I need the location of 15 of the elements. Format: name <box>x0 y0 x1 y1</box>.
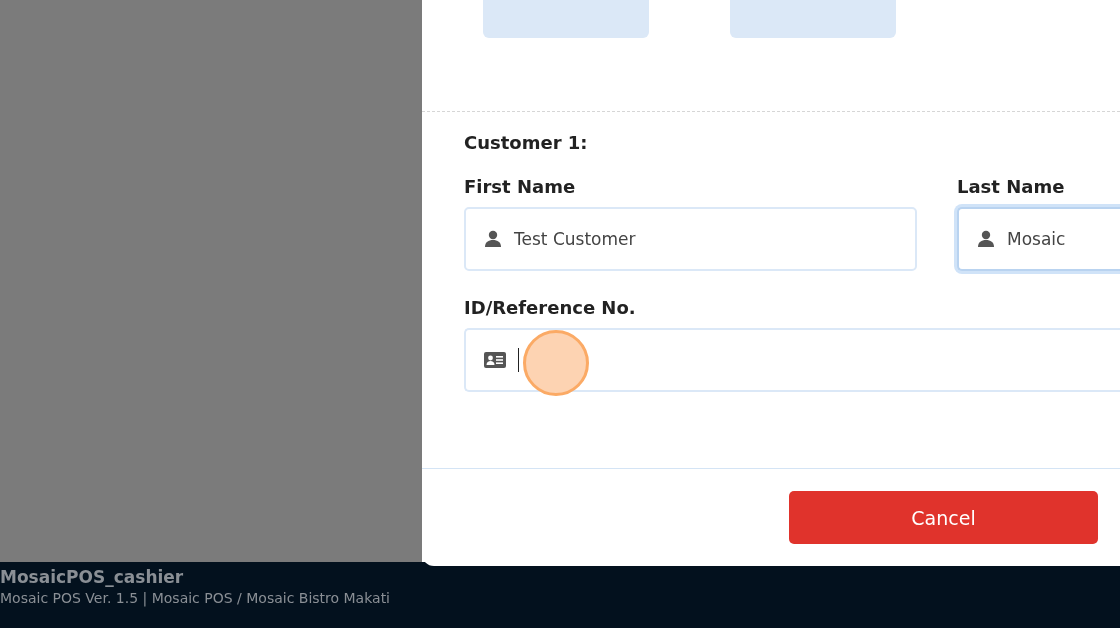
option-tile[interactable] <box>483 0 649 38</box>
text-field[interactable] <box>464 328 1120 392</box>
text-field[interactable]: Mosaic <box>957 207 1120 271</box>
user-name: MosaicPOS_cashier <box>0 567 185 587</box>
option-tile[interactable] <box>730 0 896 38</box>
cancel-button[interactable]: Cancel <box>789 491 1098 544</box>
field-label: First Name <box>464 176 577 197</box>
field-label: ID/Reference No. <box>464 297 637 318</box>
text-field[interactable]: Test Customer <box>464 207 917 271</box>
person-icon <box>484 230 502 248</box>
person-icon <box>977 230 995 248</box>
field-label: Last Name <box>957 176 1066 197</box>
section-heading: Customer 1: <box>464 132 589 155</box>
version-info: Mosaic POS Ver. 1.5 | Mosaic POS / Mosaic Bistro Makati <box>0 590 391 606</box>
id-card-icon <box>484 352 506 368</box>
